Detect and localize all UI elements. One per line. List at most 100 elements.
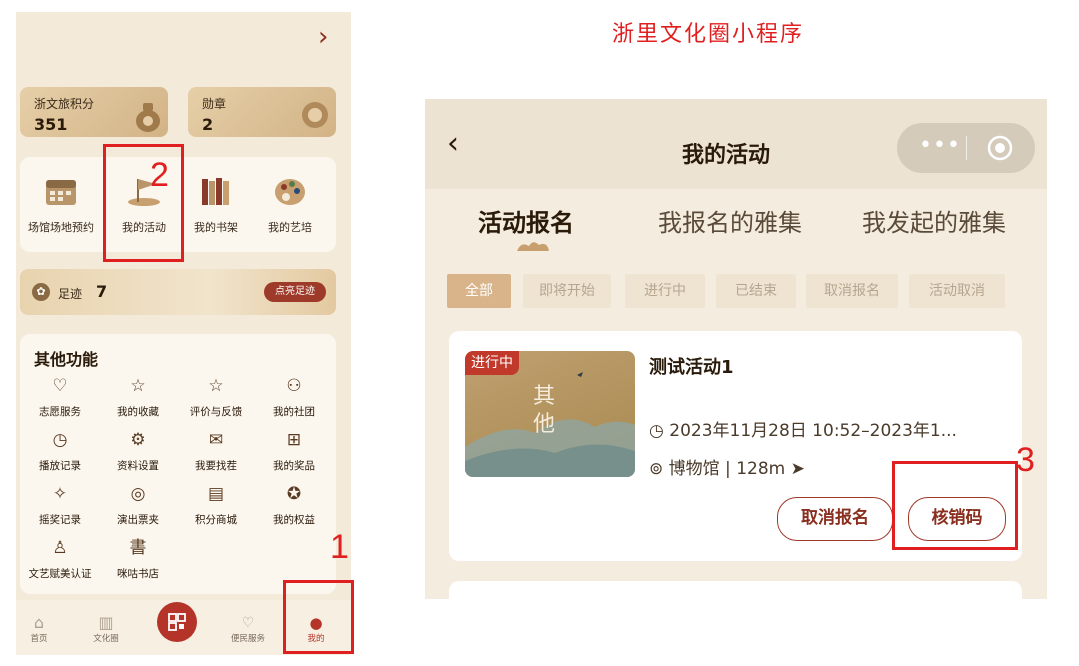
culture-icon: ▥ xyxy=(98,613,114,632)
mail-icon: ✉ xyxy=(208,430,224,450)
star-icon: ☆ xyxy=(208,376,224,396)
other-item-person[interactable]: ♙ 文艺赋美认证 xyxy=(24,538,96,581)
star-box-icon: ☆ xyxy=(130,376,146,396)
other-item-gift[interactable]: ⊞ 我的奖品 xyxy=(258,430,330,473)
other-item-shop[interactable]: ▤ 积分商城 xyxy=(180,484,252,527)
tab-my-initiated-gatherings[interactable]: 我发起的雅集 xyxy=(862,203,1006,238)
other-item-label: 摇奖记录 xyxy=(39,514,81,526)
points-value: 351 xyxy=(34,115,68,134)
capsule-divider xyxy=(966,136,967,160)
other-item-label: 我的奖品 xyxy=(273,460,315,472)
gift-icon: ⊞ xyxy=(286,430,302,450)
chevron-right-icon[interactable]: › xyxy=(318,24,328,50)
filter-ended[interactable]: 已结束 xyxy=(716,274,796,308)
gear-icon: ⚙ xyxy=(130,430,146,450)
nav-qr-button[interactable] xyxy=(157,602,197,642)
other-item-mail[interactable]: ✉ 我要找茬 xyxy=(180,430,252,473)
other-item-gear[interactable]: ⚙ 资料设置 xyxy=(102,430,174,473)
filter-ongoing[interactable]: 进行中 xyxy=(625,274,705,308)
status-badge: 进行中 xyxy=(465,351,519,375)
points-card[interactable]: 浙文旅积分 351 xyxy=(20,87,168,137)
other-item-ticket[interactable]: ◎ 演出票夹 xyxy=(102,484,174,527)
activity-time-row: ◷ 2023年11月28日 10:52–2023年1... xyxy=(649,416,957,441)
other-item-label: 我的收藏 xyxy=(117,406,159,418)
book-char-icon: 書 xyxy=(129,538,147,558)
annotation-number-1: 1 xyxy=(330,528,349,566)
filter-upcoming[interactable]: 即将开始 xyxy=(523,274,611,308)
cancel-signup-button[interactable]: 取消报名 xyxy=(777,497,893,541)
other-item-shake[interactable]: ✧ 摇奖记录 xyxy=(24,484,96,527)
annotation-number-2: 2 xyxy=(150,156,169,194)
service-icon: ♡ xyxy=(241,615,255,631)
clock-icon: ◷ xyxy=(649,421,670,441)
quick-label: 我的书架 xyxy=(194,221,238,234)
caption: 浙里文化圈小程序 xyxy=(612,22,805,47)
other-item-label: 我的社团 xyxy=(273,406,315,418)
quick-item-my-bookshelf[interactable]: 我的书架 xyxy=(186,175,246,235)
footprint-label: 足迹 xyxy=(58,287,83,301)
footprint-banner[interactable]: ✿ 足迹 7 点亮足迹 xyxy=(20,269,336,315)
other-item-book-char[interactable]: 書咪咕书店 xyxy=(102,538,174,581)
tab-my-joined-gatherings[interactable]: 我报名的雅集 xyxy=(658,203,802,238)
other-item-badge[interactable]: ✪ 我的权益 xyxy=(258,484,330,527)
shop-icon: ▤ xyxy=(207,484,225,504)
other-item-heart[interactable]: ♡ 志愿服务 xyxy=(24,376,96,419)
navigate-arrow-icon[interactable]: ➤ xyxy=(785,459,805,479)
qr-icon xyxy=(168,613,186,631)
other-item-star-box[interactable]: ☆ 我的收藏 xyxy=(102,376,174,419)
nav-home[interactable]: ⌂ 首页 xyxy=(24,614,54,645)
medal-value: 2 xyxy=(202,115,214,134)
other-item-label: 播放记录 xyxy=(39,460,81,472)
other-item-label: 评价与反馈 xyxy=(189,406,243,418)
other-item-star[interactable]: ☆ 评价与反馈 xyxy=(180,376,252,419)
other-item-label: 积分商城 xyxy=(195,514,237,526)
ticket-icon: ◎ xyxy=(130,484,146,504)
activity-thumbnail: 其他 进行中 xyxy=(465,351,635,477)
footprint-icon: ✿ xyxy=(32,283,50,301)
books-icon xyxy=(202,178,229,205)
activity-time: 2023年11月28日 10:52–2023年1... xyxy=(669,421,957,441)
clock-icon: ◷ xyxy=(52,430,68,450)
medal-label: 勋章 xyxy=(202,97,227,111)
other-item-label: 资料设置 xyxy=(117,460,159,472)
quick-item-my-art-training[interactable]: 我的艺培 xyxy=(260,175,320,235)
activity-title: 测试活动1 xyxy=(649,357,734,378)
medal-icon xyxy=(302,102,328,128)
annotation-box-3 xyxy=(892,461,1018,550)
calendar-icon xyxy=(46,180,76,205)
badge-icon: ✪ xyxy=(286,484,302,504)
other-item-label: 我的权益 xyxy=(273,514,315,526)
group-icon: ⚇ xyxy=(286,376,302,396)
medal-card[interactable]: 勋章 2 xyxy=(188,87,336,137)
money-bag-icon xyxy=(136,103,160,132)
more-icon[interactable]: ••• xyxy=(919,133,961,158)
quick-item-venue-booking[interactable]: 场馆场地预约 xyxy=(26,175,96,235)
quick-label: 场馆场地预约 xyxy=(28,221,94,234)
heart-icon: ♡ xyxy=(52,376,68,396)
nav-culture-circle[interactable]: ▥ 文化圈 xyxy=(86,613,126,645)
page-title: 我的活动 xyxy=(682,143,771,168)
other-item-clock[interactable]: ◷ 播放记录 xyxy=(24,430,96,473)
tab-activity-signup[interactable]: 活动报名 xyxy=(478,203,574,238)
activity-card-next[interactable] xyxy=(449,581,1022,599)
back-icon[interactable]: ‹ xyxy=(447,129,459,159)
capsule-menu: ••• xyxy=(897,123,1035,173)
points-label: 浙文旅积分 xyxy=(34,97,95,111)
location-pin-icon: ⊚ xyxy=(649,459,669,479)
filter-all[interactable]: 全部 xyxy=(447,274,511,308)
filter-activity-cancelled[interactable]: 活动取消 xyxy=(909,274,1005,308)
annotation-number-3: 3 xyxy=(1016,441,1035,479)
light-footprint-button[interactable]: 点亮足迹 xyxy=(264,282,326,302)
close-miniprogram-icon[interactable] xyxy=(986,134,1014,162)
other-item-label: 演出票夹 xyxy=(117,514,159,526)
other-item-group[interactable]: ⚇ 我的社团 xyxy=(258,376,330,419)
annotation-box-1 xyxy=(283,580,354,654)
filter-cancelled-signup[interactable]: 取消报名 xyxy=(806,274,898,308)
annotation-box-2 xyxy=(103,144,184,262)
quick-label: 我的艺培 xyxy=(268,221,312,234)
footprint-count: 7 xyxy=(96,282,108,301)
nav-services[interactable]: ♡ 便民服务 xyxy=(226,614,270,644)
cloud-indicator-icon xyxy=(517,242,549,251)
shake-icon: ✧ xyxy=(52,484,68,504)
profile-screen: › 浙文旅积分 351 勋章 2 场馆场地预约 我的活动 我的书架 我的艺培 ✿… xyxy=(16,12,351,655)
